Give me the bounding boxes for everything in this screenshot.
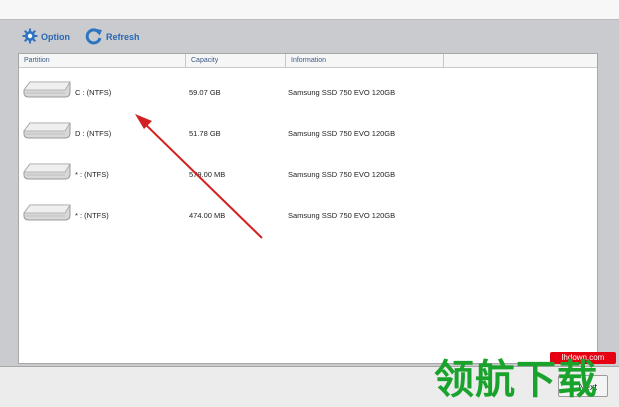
hard-disk-icon xyxy=(21,201,73,225)
watermark-text: 领航下载 xyxy=(434,357,598,403)
option-button[interactable]: Option xyxy=(22,28,70,46)
partition-information: Samsung SSD 750 EVO 120GB xyxy=(288,211,396,220)
partition-name: C : (NTFS) xyxy=(75,88,112,97)
partition-table: Partition Capacity Information C : (NTFS… xyxy=(18,53,598,364)
refresh-label: Refresh xyxy=(106,32,140,42)
hard-disk-icon xyxy=(21,160,73,184)
table-header: Partition Capacity Information xyxy=(19,54,597,68)
partition-capacity: 474.00 MB xyxy=(189,211,226,220)
option-label: Option xyxy=(41,32,70,42)
hard-disk-icon xyxy=(21,119,73,143)
partition-name: D : (NTFS) xyxy=(75,129,112,138)
partition-information: Samsung SSD 750 EVO 120GB xyxy=(288,88,396,97)
gear-icon xyxy=(22,28,38,46)
table-row[interactable]: C : (NTFS) 59.07 GB Samsung SSD 750 EVO … xyxy=(19,68,597,109)
partition-capacity: 579.00 MB xyxy=(189,170,226,179)
partition-information: Samsung SSD 750 EVO 120GB xyxy=(288,129,396,138)
table-row[interactable]: D : (NTFS) 51.78 GB Samsung SSD 750 EVO … xyxy=(19,109,597,150)
column-header-capacity[interactable]: Capacity xyxy=(186,54,286,67)
watermark: lhdown.com 领航下载 xyxy=(432,352,619,406)
partition-name: * : (NTFS) xyxy=(75,211,109,220)
refresh-button[interactable]: Refresh xyxy=(85,28,140,46)
column-header-information[interactable]: Information xyxy=(286,54,444,67)
column-header-partition[interactable]: Partition xyxy=(19,54,186,67)
table-row[interactable]: * : (NTFS) 474.00 MB Samsung SSD 750 EVO… xyxy=(19,191,597,232)
toolbar: Option Refresh xyxy=(0,19,619,52)
title-bar xyxy=(0,0,619,20)
partition-capacity: 51.78 GB xyxy=(189,129,221,138)
hard-disk-icon xyxy=(21,78,73,102)
partition-capacity: 59.07 GB xyxy=(189,88,221,97)
column-header-extra xyxy=(444,54,597,67)
refresh-icon xyxy=(85,27,103,47)
partition-name: * : (NTFS) xyxy=(75,170,109,179)
table-row[interactable]: * : (NTFS) 579.00 MB Samsung SSD 750 EVO… xyxy=(19,150,597,191)
partition-information: Samsung SSD 750 EVO 120GB xyxy=(288,170,396,179)
